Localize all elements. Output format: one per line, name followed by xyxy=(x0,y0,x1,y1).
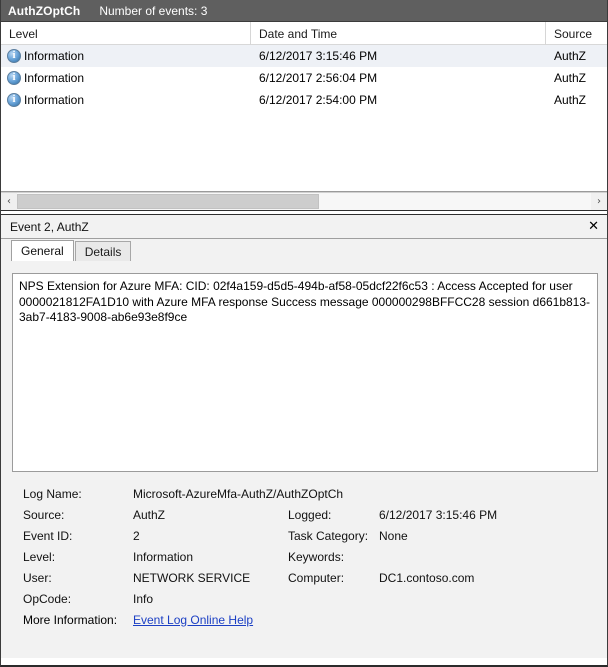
log-name-label: Log Name: xyxy=(23,486,82,501)
cell-level: Information xyxy=(1,45,251,67)
cell-date: 6/12/2017 2:54:00 PM xyxy=(259,93,378,107)
tab-details[interactable]: Details xyxy=(74,241,132,261)
field-row-event-id: Event ID: 2 Task Category: None xyxy=(23,525,607,546)
event-field-grid: Log Name: Microsoft-AzureMfa-AuthZ/AuthZ… xyxy=(1,483,607,630)
level-value: Information xyxy=(133,549,194,564)
log-name-value: Microsoft-AzureMfa-AuthZ/AuthZOptCh xyxy=(133,486,344,501)
table-row[interactable]: Information 6/12/2017 2:56:04 PM AuthZ xyxy=(1,67,607,89)
event-id-label: Event ID: xyxy=(23,528,73,543)
cell-level: Information xyxy=(1,89,251,111)
cell-date: 6/12/2017 3:15:46 PM xyxy=(259,49,378,63)
cell-source: AuthZ xyxy=(554,49,587,63)
computer-label: Computer: xyxy=(288,570,345,585)
scrollbar-thumb[interactable] xyxy=(17,194,319,209)
cell-level-text: Information xyxy=(24,93,85,107)
table-row[interactable]: Information 6/12/2017 2:54:00 PM AuthZ xyxy=(1,89,607,111)
field-row-level: Level: Information Keywords: xyxy=(23,546,607,567)
event-detail-pane: Event 2, AuthZ ✕ General Details NPS Ext… xyxy=(1,215,607,658)
event-list-header-row: Level Date and Time Source xyxy=(1,22,607,45)
channel-header-bar: AuthZOptCh Number of events: 3 xyxy=(1,0,607,22)
event-id-value: 2 xyxy=(133,528,140,543)
event-viewer-window: AuthZOptCh Number of events: 3 Level Dat… xyxy=(0,0,608,667)
detail-title-text: Event 2, AuthZ xyxy=(10,219,89,234)
cell-source: AuthZ xyxy=(554,71,587,85)
close-icon[interactable]: ✕ xyxy=(588,220,599,233)
level-label: Level: xyxy=(23,549,56,564)
logged-label: Logged: xyxy=(288,507,332,522)
column-header-source[interactable]: Source xyxy=(546,22,607,45)
logged-value: 6/12/2017 3:15:46 PM xyxy=(379,507,498,522)
field-row-more-information: More Information: Event Log Online Help xyxy=(23,609,607,630)
more-information-label: More Information: xyxy=(23,612,118,627)
detail-tabstrip: General Details xyxy=(1,239,607,261)
detail-title-bar: Event 2, AuthZ ✕ xyxy=(1,215,607,239)
scroll-right-arrow-icon[interactable]: › xyxy=(591,193,607,210)
event-message-box[interactable]: NPS Extension for Azure MFA: CID: 02f4a1… xyxy=(12,273,598,472)
horizontal-scrollbar[interactable]: ‹ › xyxy=(1,192,607,210)
tab-general[interactable]: General xyxy=(11,240,74,261)
scrollbar-track[interactable] xyxy=(17,193,591,210)
information-icon xyxy=(7,93,21,107)
field-row-opcode: OpCode: Info xyxy=(23,588,607,609)
task-category-value: None xyxy=(379,528,408,543)
cell-date: 6/12/2017 2:56:04 PM xyxy=(259,71,378,85)
cell-level: Information xyxy=(1,67,251,89)
source-label: Source: xyxy=(23,507,65,522)
information-icon xyxy=(7,49,21,63)
field-row-source: Source: AuthZ Logged: 6/12/2017 3:15:46 … xyxy=(23,504,607,525)
computer-value: DC1.contoso.com xyxy=(379,570,475,585)
event-count-label: Number of events: 3 xyxy=(99,3,208,18)
column-header-date-and-time[interactable]: Date and Time xyxy=(251,22,546,45)
information-icon xyxy=(7,71,21,85)
event-list[interactable]: Level Date and Time Source Information 6… xyxy=(1,22,607,192)
task-category-label: Task Category: xyxy=(288,528,369,543)
cell-level-text: Information xyxy=(24,71,85,85)
field-row-log-name: Log Name: Microsoft-AzureMfa-AuthZ/AuthZ… xyxy=(23,483,607,504)
user-label: User: xyxy=(23,570,52,585)
source-value: AuthZ xyxy=(133,507,166,522)
opcode-value: Info xyxy=(133,591,154,606)
user-value: NETWORK SERVICE xyxy=(133,570,251,585)
keywords-label: Keywords: xyxy=(288,549,345,564)
opcode-label: OpCode: xyxy=(23,591,72,606)
column-header-level[interactable]: Level xyxy=(1,22,251,45)
event-log-online-help-link[interactable]: Event Log Online Help xyxy=(133,613,253,627)
table-row[interactable]: Information 6/12/2017 3:15:46 PM AuthZ xyxy=(1,45,607,67)
cell-source: AuthZ xyxy=(554,93,587,107)
scroll-left-arrow-icon[interactable]: ‹ xyxy=(1,193,17,210)
cell-level-text: Information xyxy=(24,49,85,63)
channel-name: AuthZOptCh xyxy=(8,3,81,18)
field-row-user: User: NETWORK SERVICE Computer: DC1.cont… xyxy=(23,567,607,588)
